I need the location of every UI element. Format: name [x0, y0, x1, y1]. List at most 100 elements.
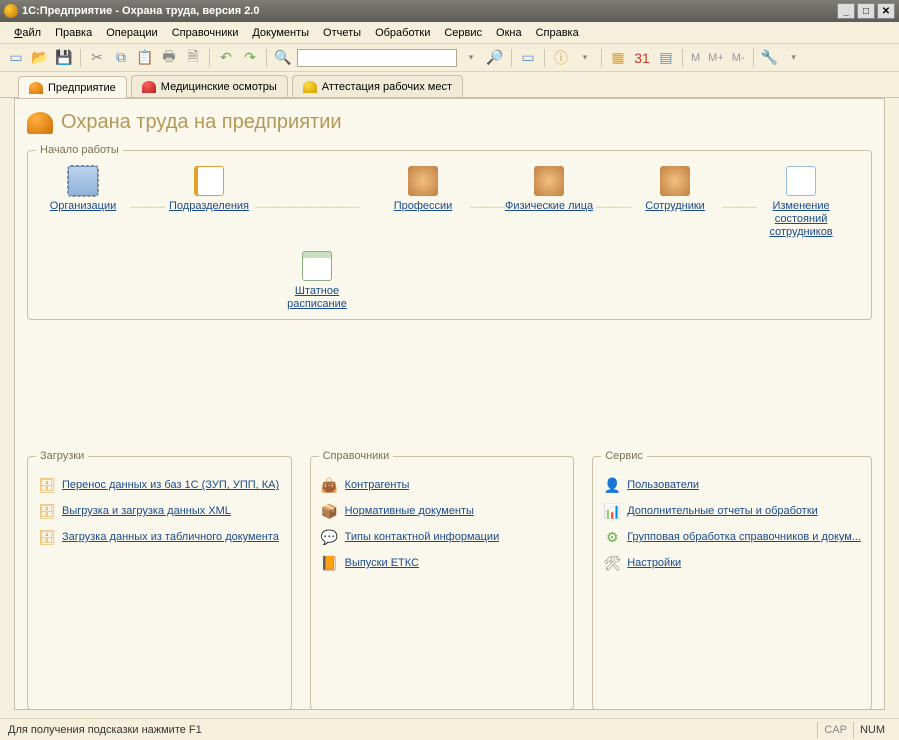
workflow: Организации — — Подразделения — — — — — … — [36, 166, 863, 239]
close-button[interactable]: ✕ — [877, 3, 895, 19]
open-button[interactable]: 📂 — [30, 48, 50, 68]
helmet-icon — [29, 82, 43, 94]
link-settings[interactable]: 🛠 Настройки — [601, 550, 863, 576]
flow-link[interactable]: Организации — [50, 200, 117, 213]
column-directories: Справочники 👜 Контрагенты 📦 Нормативные … — [310, 450, 575, 710]
database-icon: 🗄 — [38, 502, 56, 520]
flow-divisions[interactable]: Подразделения — [162, 166, 256, 213]
link-table-doc[interactable]: 🗄 Загрузка данных из табличного документ… — [36, 524, 283, 550]
link-contact-types[interactable]: 💬 Типы контактной информации — [319, 524, 566, 550]
link-label[interactable]: Настройки — [627, 557, 681, 569]
link-label[interactable]: Нормативные документы — [345, 505, 474, 517]
link-label[interactable]: Контрагенты — [345, 479, 410, 491]
link-group-processing[interactable]: ⚙ Групповая обработка справочников и док… — [601, 524, 863, 550]
connector-icon: — — — [596, 196, 628, 217]
menu-service[interactable]: Сервис — [438, 25, 488, 41]
link-label[interactable]: Перенос данных из баз 1С (ЗУП, УПП, КА) — [62, 479, 279, 491]
people-icon — [408, 166, 438, 196]
calc-button[interactable]: ▦ — [608, 48, 628, 68]
menu-processing[interactable]: Обработки — [369, 25, 436, 41]
flow-link[interactable]: Изменение состояний сотрудников — [754, 200, 848, 239]
find-button[interactable]: 🔎 — [485, 48, 505, 68]
window-list-button[interactable]: ▭ — [518, 48, 538, 68]
link-transfer-1c[interactable]: 🗄 Перенос данных из баз 1С (ЗУП, УПП, КА… — [36, 472, 283, 498]
tab-attestation[interactable]: Аттестация рабочих мест — [292, 75, 463, 97]
menu-edit[interactable]: Правка — [49, 25, 98, 41]
book-icon: 📙 — [321, 554, 339, 572]
menu-documents[interactable]: Документы — [246, 25, 315, 41]
link-label[interactable]: Дополнительные отчеты и обработки — [627, 505, 818, 517]
redo-button[interactable]: ↷ — [240, 48, 260, 68]
building-icon — [68, 166, 98, 196]
flow-change-states[interactable]: Изменение состояний сотрудников — [754, 166, 848, 239]
paste-button[interactable]: 📋 — [135, 48, 155, 68]
link-normative[interactable]: 📦 Нормативные документы — [319, 498, 566, 524]
menu-directories[interactable]: Справочники — [166, 25, 245, 41]
status-num: NUM — [853, 722, 891, 738]
link-label[interactable]: Типы контактной информации — [345, 531, 500, 543]
memory-mplus[interactable]: M+ — [706, 52, 726, 64]
flow-link[interactable]: Сотрудники — [645, 200, 705, 213]
link-label[interactable]: Групповая обработка справочников и докум… — [627, 531, 861, 543]
flow-link[interactable]: Профессии — [394, 200, 453, 213]
list-button[interactable]: ▤ — [656, 48, 676, 68]
people-icon — [660, 166, 690, 196]
flow-professions[interactable]: Профессии — [376, 166, 470, 213]
connector-icon: — — — [470, 196, 502, 217]
link-label[interactable]: Выгрузка и загрузка данных XML — [62, 505, 231, 517]
database-icon: 🗄 — [38, 476, 56, 494]
link-label[interactable]: Загрузка данных из табличного документа — [62, 531, 279, 543]
menu-help[interactable]: Справка — [530, 25, 585, 41]
tab-enterprise[interactable]: Предприятие — [18, 76, 127, 98]
menu-file[interactable]: Файл — [8, 25, 47, 41]
copy-button[interactable]: ⧉ — [111, 48, 131, 68]
print-preview-button[interactable]: 🗎 — [183, 48, 203, 68]
save-button[interactable]: 💾 — [54, 48, 74, 68]
flow-link[interactable]: Физические лица — [505, 200, 593, 213]
undo-button[interactable]: ↶ — [216, 48, 236, 68]
settings-button[interactable]: 🔧 — [760, 48, 780, 68]
flow-link[interactable]: Подразделения — [169, 200, 249, 213]
maximize-button[interactable]: □ — [857, 3, 875, 19]
memory-m[interactable]: M — [689, 52, 702, 64]
separator — [601, 49, 602, 67]
print-button[interactable]: 🖶 — [159, 48, 179, 68]
memory-mminus[interactable]: M- — [730, 52, 747, 64]
dropdown-icon[interactable]: ▾ — [461, 48, 481, 68]
link-contractors[interactable]: 👜 Контрагенты — [319, 472, 566, 498]
tab-medical[interactable]: Медицинские осмотры — [131, 75, 288, 97]
app-icon — [4, 4, 18, 18]
menu-operations[interactable]: Операции — [100, 25, 163, 41]
workflow-branch: Штатное расписание — [270, 251, 863, 311]
separator — [209, 49, 210, 67]
user-icon: 👤 — [603, 476, 621, 494]
link-label[interactable]: Пользователи — [627, 479, 699, 491]
flow-employees[interactable]: Сотрудники — [628, 166, 722, 213]
menu-windows[interactable]: Окна — [490, 25, 528, 41]
link-label[interactable]: Выпуски ЕТКС — [345, 557, 419, 569]
dropdown-icon[interactable]: ▾ — [784, 48, 804, 68]
flow-staff-schedule[interactable]: Штатное расписание — [270, 251, 364, 311]
info-button[interactable]: ⓘ — [551, 48, 571, 68]
link-additional-reports[interactable]: 📊 Дополнительные отчеты и обработки — [601, 498, 863, 524]
link-users[interactable]: 👤 Пользователи — [601, 472, 863, 498]
tabs: Предприятие Медицинские осмотры Аттестац… — [0, 72, 899, 98]
new-button[interactable]: ▭ — [6, 48, 26, 68]
search-button[interactable]: 🔍 — [273, 48, 293, 68]
separator — [266, 49, 267, 67]
calendar-button[interactable]: 31 — [632, 48, 652, 68]
flow-link[interactable]: Штатное расписание — [270, 285, 364, 311]
spreadsheet-icon — [302, 251, 332, 281]
reports-icon: 📊 — [603, 502, 621, 520]
folder-icon: 👜 — [321, 476, 339, 494]
link-etks[interactable]: 📙 Выпуски ЕТКС — [319, 550, 566, 576]
flow-persons[interactable]: Физические лица — [502, 166, 596, 213]
minimize-button[interactable]: _ — [837, 3, 855, 19]
flow-organizations[interactable]: Организации — [36, 166, 130, 213]
link-xml[interactable]: 🗄 Выгрузка и загрузка данных XML — [36, 498, 283, 524]
search-combo[interactable] — [297, 49, 457, 67]
cut-button[interactable]: ✂ — [87, 48, 107, 68]
connector-icon: — — — [130, 196, 162, 217]
menu-reports[interactable]: Отчеты — [317, 25, 367, 41]
dropdown-icon[interactable]: ▾ — [575, 48, 595, 68]
